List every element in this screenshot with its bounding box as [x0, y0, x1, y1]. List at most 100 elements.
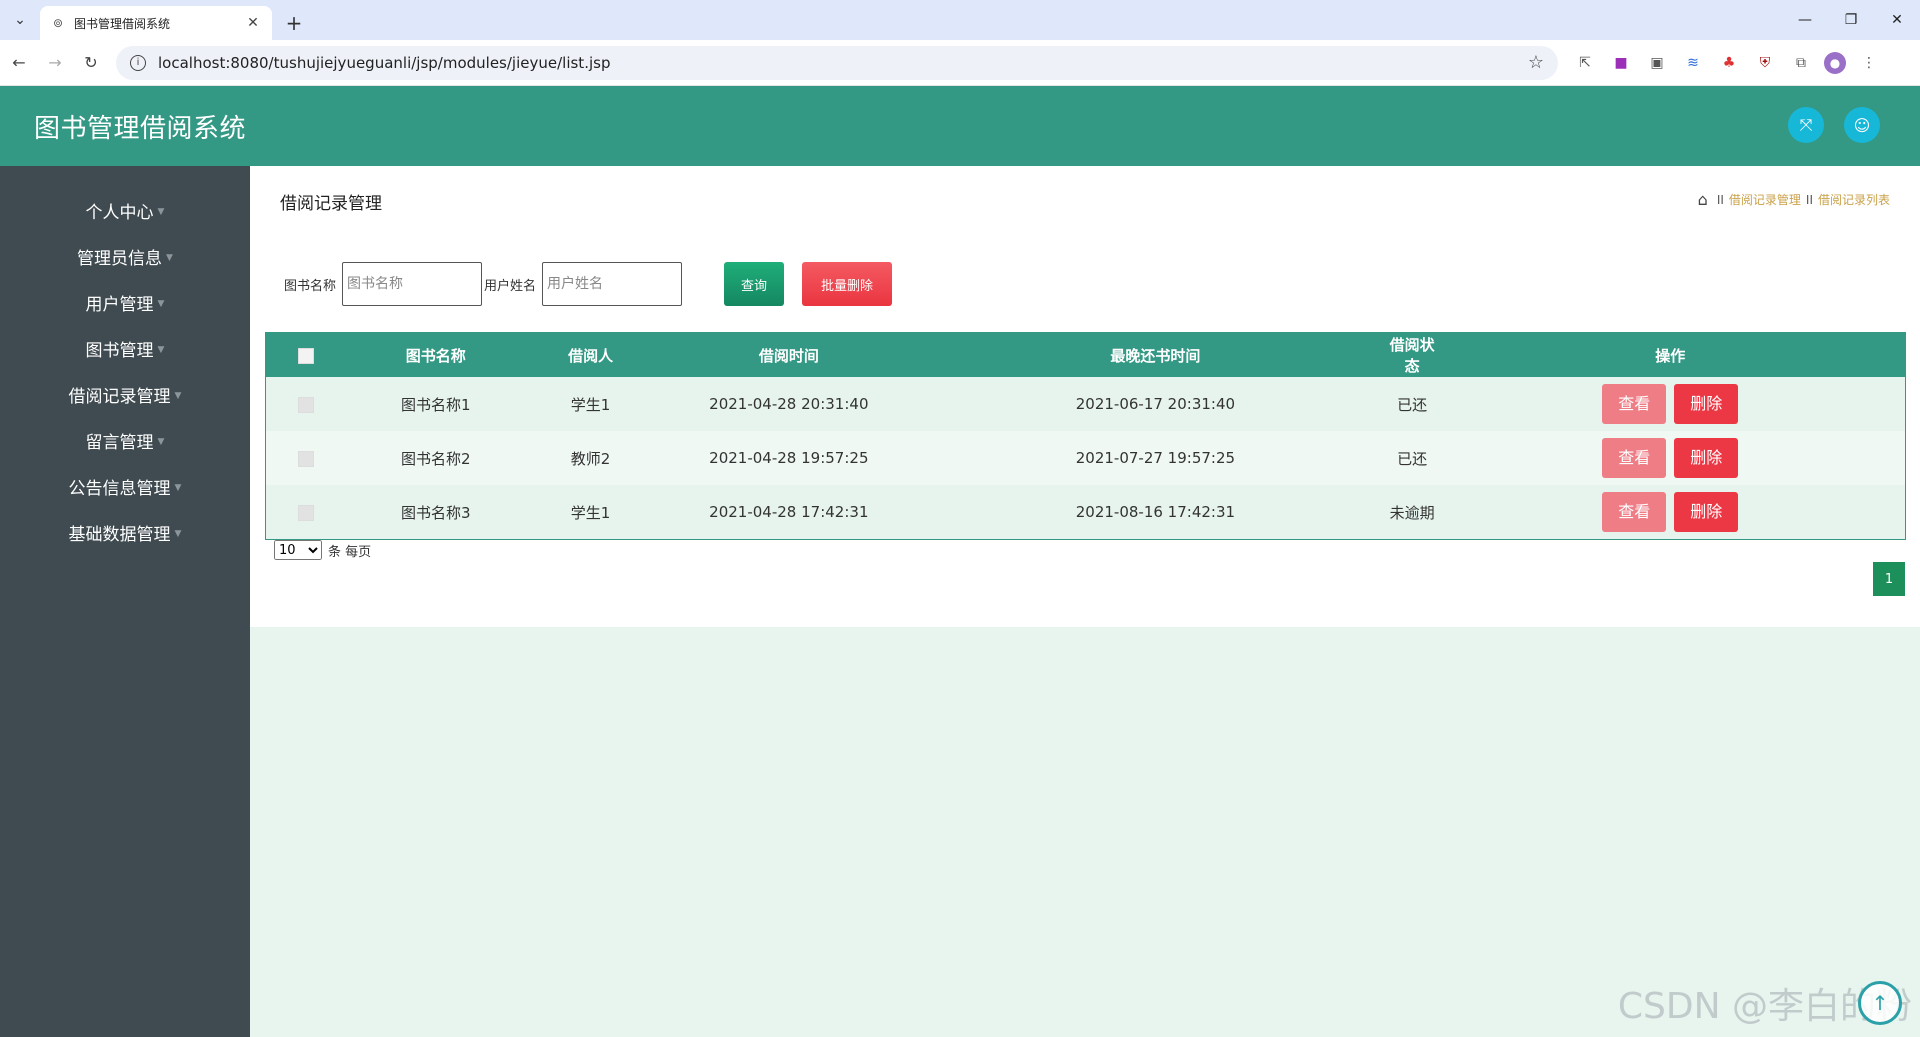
sidebar-item-label: 基础数据管理: [68, 524, 171, 545]
column-header: 最晚还书时间: [1110, 346, 1201, 365]
tab-search-chevron-icon[interactable]: ⌄: [6, 6, 34, 34]
sidebar-item-basic-data[interactable]: 基础数据管理 ▼: [0, 509, 250, 555]
tab-close-icon[interactable]: ✕: [244, 15, 262, 31]
row-checkbox[interactable]: [297, 504, 314, 521]
user-icon[interactable]: ☺: [1844, 107, 1880, 143]
pagination-page-button[interactable]: 1: [1873, 562, 1905, 596]
page-size-select[interactable]: 10: [274, 540, 322, 560]
breadcrumb-separator: II: [1716, 192, 1724, 207]
sidebar-item-personal-center[interactable]: 个人中心 ▼: [0, 187, 250, 233]
borrower-cell: 学生1: [570, 395, 611, 414]
view-button[interactable]: 查看: [1602, 438, 1667, 478]
delete-button[interactable]: 删除: [1674, 438, 1739, 478]
tab-title: 图书管理借阅系统: [74, 16, 171, 31]
sidebar-item-label: 个人中心: [85, 202, 154, 223]
column-header: 借阅时间: [758, 346, 819, 365]
book-name-label: 图书名称: [284, 278, 337, 294]
query-button[interactable]: 查询: [724, 262, 785, 306]
user-name-input[interactable]: [542, 262, 683, 306]
puzzle-extensions-icon[interactable]: ⧉: [1788, 50, 1814, 76]
status-cell: 已还: [1397, 395, 1428, 414]
table-row: 图书名称3 学生1 2021-04-28 17:42:31 2021-08-16…: [266, 485, 1905, 539]
sidebar-item-label: 图书管理: [85, 340, 154, 361]
close-window-icon[interactable]: ✕: [1874, 0, 1920, 40]
reload-icon[interactable]: ↻: [74, 46, 108, 80]
main-panel: 借阅记录管理 ⌂ II 借阅记录管理 II 借阅记录列表 图书名称 用户姓名 查…: [250, 166, 1920, 627]
book-name-cell: 图书名称1: [401, 395, 471, 414]
borrow-time-cell: 2021-04-28 17:42:31: [709, 503, 869, 521]
delete-button[interactable]: 删除: [1674, 492, 1739, 532]
cursor-extension-icon[interactable]: ⇱: [1572, 50, 1598, 76]
back-arrow-icon[interactable]: ←: [2, 46, 36, 80]
book-name-input[interactable]: [342, 262, 483, 306]
new-tab-icon[interactable]: +: [280, 9, 308, 37]
borrow-time-cell: 2021-04-28 19:57:25: [709, 449, 869, 467]
sidebar-item-label: 留言管理: [85, 432, 154, 453]
browser-tabbar: ⌄ ⊚ 图书管理借阅系统 ✕ + — ❐ ✕: [0, 0, 1920, 40]
page-size-control: 10 条 每页: [274, 540, 371, 560]
browser-tab[interactable]: ⊚ 图书管理借阅系统 ✕: [40, 6, 272, 40]
select-all-header[interactable]: [266, 333, 346, 377]
records-table: 图书名称 借阅人 借阅时间 最晚还书时间 借阅状态 操作 图书名称1 学生1 2…: [265, 332, 1906, 540]
browser-menu-icon[interactable]: ⋮: [1856, 50, 1882, 76]
breadcrumb: ⌂ II 借阅记录管理 II 借阅记录列表: [1698, 190, 1890, 209]
site-info-icon[interactable]: i: [130, 54, 146, 71]
caret-down-icon: ▼: [174, 483, 182, 493]
breadcrumb-separator: II: [1805, 192, 1813, 207]
sidebar-item-messages[interactable]: 留言管理 ▼: [0, 417, 250, 463]
minimize-icon[interactable]: —: [1782, 0, 1828, 40]
column-header: 借阅状态: [1389, 336, 1435, 375]
caret-down-icon: ▼: [174, 391, 182, 401]
row-checkbox[interactable]: [297, 396, 314, 413]
user-name-label: 用户姓名: [484, 278, 537, 294]
browser-toolbar: ← → ↻ i localhost:8080/tushujiejyueguanl…: [0, 40, 1920, 86]
actions-cell: 查看 删除: [1436, 377, 1905, 431]
gamepad-extension-icon[interactable]: ▣: [1644, 50, 1670, 76]
url-text[interactable]: localhost:8080/tushujiejyueguanli/jsp/mo…: [158, 54, 1528, 72]
layers-extension-icon[interactable]: ≋: [1680, 50, 1706, 76]
actions-cell: 查看 删除: [1436, 431, 1905, 485]
app-header: 图书管理借阅系统 ⤧ ☺: [0, 86, 1920, 166]
borrower-cell: 教师2: [570, 449, 611, 468]
caret-down-icon: ▼: [157, 299, 165, 309]
caret-down-icon: ▼: [157, 207, 165, 217]
row-checkbox[interactable]: [297, 450, 314, 467]
sidebar-item-label: 公告信息管理: [68, 478, 171, 499]
sidebar-item-announcements[interactable]: 公告信息管理 ▼: [0, 463, 250, 509]
extension-icons: ⇱ ■ ▣ ≋ ♣ ⛨ ⧉ ● ⋮: [1572, 50, 1882, 76]
caret-down-icon: ▼: [166, 253, 173, 263]
book-name-cell: 图书名称3: [401, 503, 471, 522]
bookmark-star-icon[interactable]: ☆: [1528, 52, 1544, 73]
delete-button[interactable]: 删除: [1674, 384, 1739, 424]
actions-cell: 查看 删除: [1436, 485, 1905, 539]
profile-avatar-icon[interactable]: ●: [1824, 51, 1846, 74]
view-button[interactable]: 查看: [1602, 384, 1667, 424]
table-row: 图书名称2 教师2 2021-04-28 19:57:25 2021-07-27…: [266, 431, 1905, 485]
sidebar-item-admin-info[interactable]: 管理员信息 ▼: [0, 233, 250, 279]
batch-delete-button[interactable]: 批量删除: [802, 262, 893, 306]
page-size-suffix: 条 每页: [328, 544, 372, 560]
due-time-cell: 2021-07-27 19:57:25: [1075, 449, 1236, 467]
restore-icon[interactable]: ❐: [1828, 0, 1874, 40]
sidebar-item-book-management[interactable]: 图书管理 ▼: [0, 325, 250, 371]
book-name-cell: 图书名称2: [401, 449, 471, 468]
sidebar-item-borrow-records[interactable]: 借阅记录管理 ▼: [0, 371, 250, 417]
table-header-row: 图书名称 借阅人 借阅时间 最晚还书时间 借阅状态 操作: [266, 333, 1905, 377]
status-cell: 已还: [1397, 449, 1428, 468]
select-all-checkbox[interactable]: [297, 347, 314, 364]
breadcrumb-item[interactable]: 借阅记录管理: [1729, 191, 1801, 208]
home-icon[interactable]: ⌂: [1698, 190, 1708, 209]
due-time-cell: 2021-08-16 17:42:31: [1075, 503, 1236, 521]
shield-extension-icon[interactable]: ⛨: [1752, 50, 1778, 76]
sidebar-item-user-management[interactable]: 用户管理 ▼: [0, 279, 250, 325]
forward-arrow-icon[interactable]: →: [38, 46, 72, 80]
breadcrumb-item[interactable]: 借阅记录列表: [1818, 191, 1890, 208]
back-to-top-icon[interactable]: ↑: [1858, 981, 1902, 1025]
app-title: 图书管理借阅系统: [34, 113, 247, 144]
view-button[interactable]: 查看: [1602, 492, 1667, 532]
address-bar[interactable]: i localhost:8080/tushujiejyueguanli/jsp/…: [116, 45, 1558, 80]
fullscreen-icon[interactable]: ⤧: [1788, 107, 1824, 143]
purple-extension-icon[interactable]: ■: [1608, 50, 1634, 76]
caret-down-icon: ▼: [174, 529, 182, 539]
tree-extension-icon[interactable]: ♣: [1716, 50, 1742, 76]
